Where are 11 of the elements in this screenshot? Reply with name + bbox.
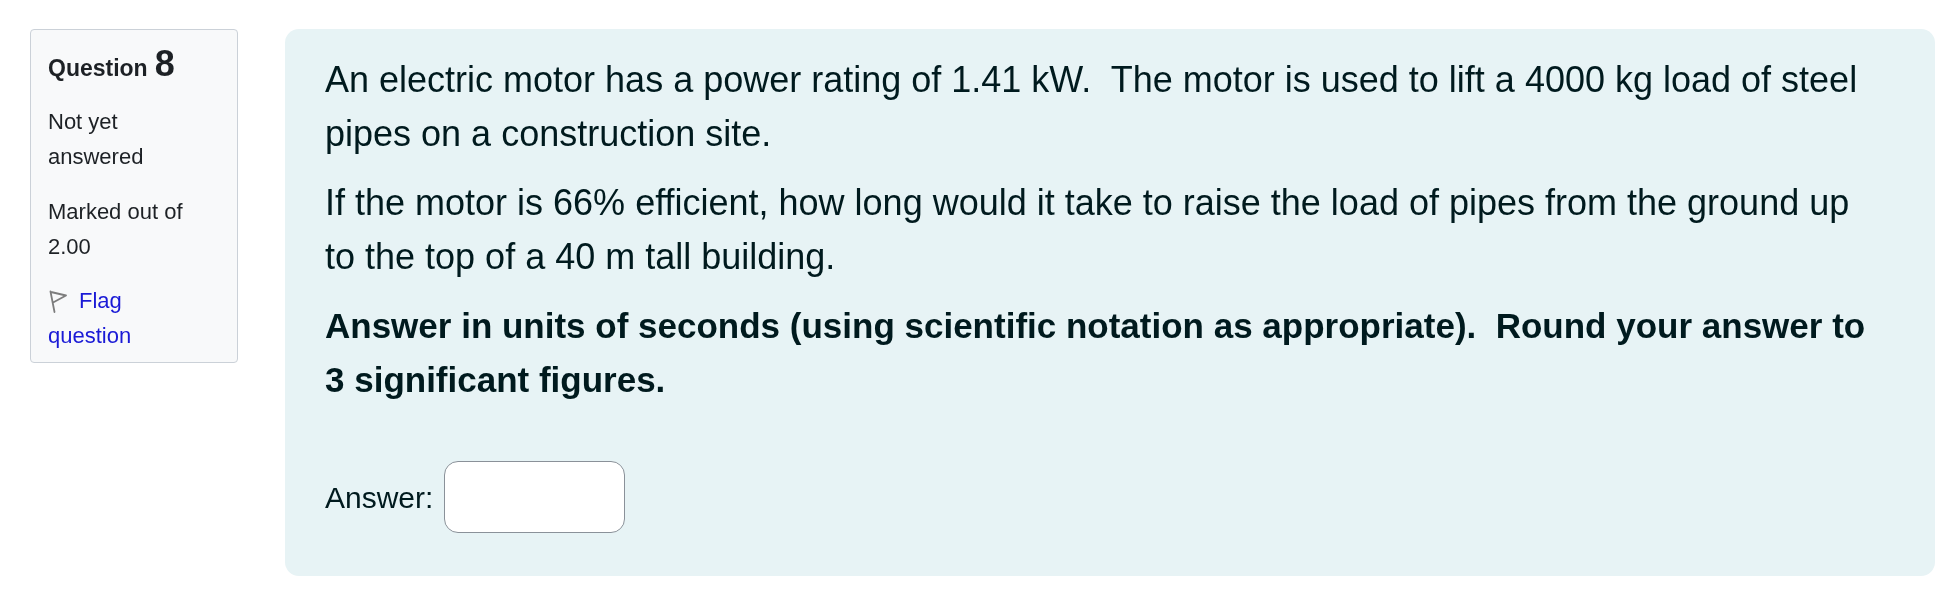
question-text: An electric motor has a power rating of 1.41 kW. The motor is used to lift a 4000 kg load of steel pipes on a construction site.	[325, 58, 1859, 156]
answer-status: Not yet answered	[48, 108, 145, 171]
flag-question-link[interactable]: Flag question	[48, 283, 198, 353]
answer-field[interactable]	[444, 461, 626, 533]
instruction-text: Answer in units of seconds (using scientific notation as appropriate). Round your answer to 3 significant figures.	[325, 305, 1867, 401]
question-number: 8	[154, 42, 175, 85]
marks-text: Marked out of 2.00	[48, 198, 184, 261]
answer-label: Answer:	[325, 479, 434, 516]
question-label: Question	[48, 54, 148, 83]
flag-icon	[48, 290, 68, 313]
question-text: If the motor is 66% efficient, how long would it take to raise the load of pipes from the ground up to the top of a 40 m tall building.	[325, 181, 1851, 279]
